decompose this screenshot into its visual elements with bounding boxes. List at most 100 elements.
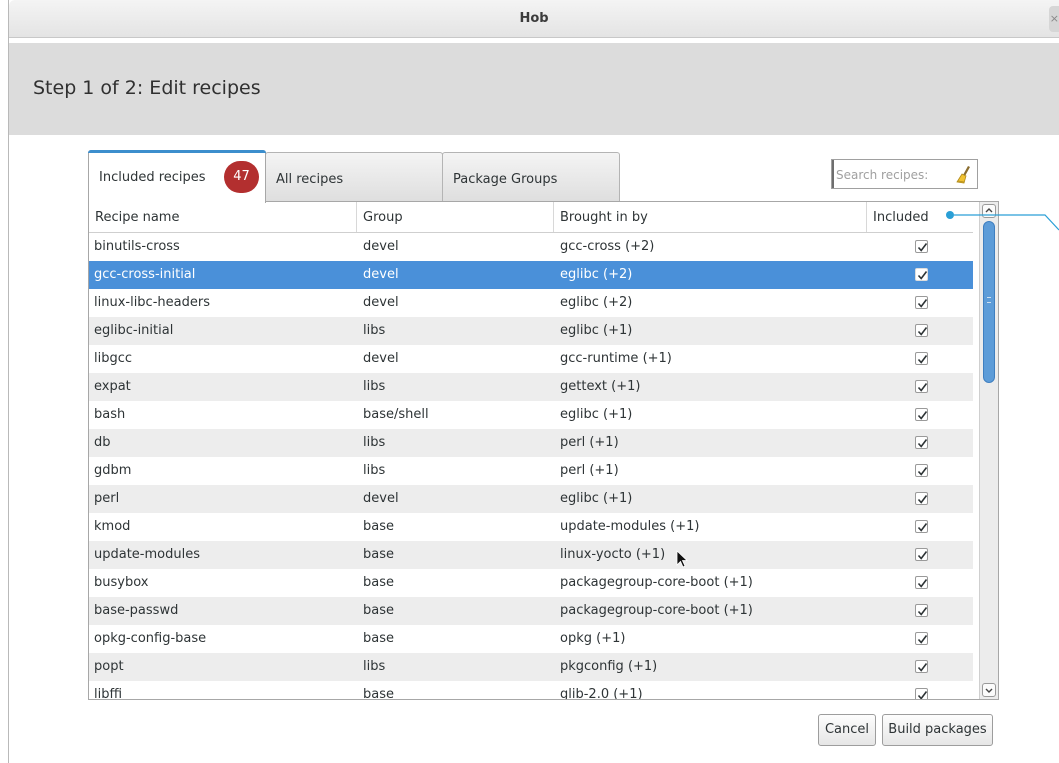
scroll-down-button[interactable] xyxy=(982,683,996,697)
cancel-button[interactable]: Cancel xyxy=(818,714,876,746)
included-checkbox[interactable] xyxy=(915,492,928,505)
table-row[interactable]: libffi base glib-2.0 (+1) xyxy=(89,681,973,700)
included-cell xyxy=(915,373,929,401)
included-checkbox[interactable] xyxy=(915,688,928,699)
brought-in-by-cell: eglibc (+1) xyxy=(560,407,633,422)
included-checkbox[interactable] xyxy=(915,380,928,393)
brought-in-by-cell: eglibc (+1) xyxy=(560,491,633,506)
check-icon xyxy=(917,551,928,560)
group-cell: base/shell xyxy=(363,407,429,422)
tab-all-recipes[interactable]: All recipes xyxy=(265,152,443,202)
table-row[interactable]: kmod base update-modules (+1) xyxy=(89,513,973,541)
group-cell: base xyxy=(363,687,394,700)
brought-in-by-cell: packagegroup-core-boot (+1) xyxy=(560,575,753,590)
check-icon xyxy=(917,635,928,644)
table-row[interactable]: libgcc devel gcc-runtime (+1) xyxy=(89,345,973,373)
mouse-cursor-icon xyxy=(676,550,689,568)
table-row[interactable]: expat libs gettext (+1) xyxy=(89,373,973,401)
recipe-name-cell: libffi xyxy=(94,687,123,700)
check-icon xyxy=(917,523,928,532)
table-row[interactable]: perl devel eglibc (+1) xyxy=(89,485,973,513)
recipes-table: Recipe name Group Brought in by Included… xyxy=(88,201,999,700)
group-cell: devel xyxy=(363,295,399,310)
table-row[interactable]: base-passwd base packagegroup-core-boot (+… xyxy=(89,597,973,625)
brought-in-by-cell: gcc-runtime (+1) xyxy=(560,351,672,366)
included-checkbox[interactable] xyxy=(915,576,928,589)
included-checkbox[interactable] xyxy=(915,520,928,533)
table-row[interactable]: gcc-cross-initial devel eglibc (+2) xyxy=(89,261,973,289)
included-checkbox[interactable] xyxy=(915,408,928,421)
included-checkbox[interactable] xyxy=(915,296,928,309)
included-checkbox[interactable] xyxy=(915,660,928,673)
group-cell: base xyxy=(363,631,394,646)
brought-in-by-cell: eglibc (+2) xyxy=(560,267,633,282)
recipe-name-cell: expat xyxy=(94,379,131,394)
search-box xyxy=(831,159,978,189)
close-icon[interactable]: × xyxy=(1049,6,1059,32)
included-cell xyxy=(915,317,929,345)
column-header-recipe-name[interactable]: Recipe name xyxy=(89,202,357,232)
tab-label: All recipes xyxy=(276,172,344,187)
step-header: Step 1 of 2: Edit recipes xyxy=(9,43,1059,135)
group-cell: libs xyxy=(363,435,386,450)
included-checkbox[interactable] xyxy=(915,324,928,337)
hob-window: Hob × Step 1 of 2: Edit recipes Included… xyxy=(8,0,1059,763)
recipe-name-cell: libgcc xyxy=(94,351,133,366)
check-icon xyxy=(917,691,928,699)
check-icon xyxy=(917,271,928,280)
broom-icon[interactable] xyxy=(954,164,974,186)
included-checkbox[interactable] xyxy=(915,464,928,477)
brought-in-by-cell: glib-2.0 (+1) xyxy=(560,687,643,700)
recipe-name-cell: gdbm xyxy=(94,463,132,478)
table-row[interactable]: gdbm libs perl (+1) xyxy=(89,457,973,485)
brought-in-by-cell: pkgconfig (+1) xyxy=(560,659,658,674)
tab-included-recipes[interactable]: Included recipes 47 xyxy=(88,150,266,203)
callout-pointer-icon xyxy=(946,211,1059,231)
tab-label: Included recipes xyxy=(99,170,206,185)
recipe-name-cell: perl xyxy=(94,491,120,506)
brought-in-by-cell: gettext (+1) xyxy=(560,379,641,394)
table-row[interactable]: binutils-cross devel gcc-cross (+2) xyxy=(89,233,973,261)
included-checkbox[interactable] xyxy=(915,632,928,645)
table-header: Recipe name Group Brought in by Included xyxy=(89,202,973,233)
check-icon xyxy=(917,327,928,336)
table-row[interactable]: opkg-config-base base opkg (+1) xyxy=(89,625,973,653)
tab-package-groups[interactable]: Package Groups xyxy=(442,152,620,202)
column-header-brought-in-by[interactable]: Brought in by xyxy=(554,202,867,232)
table-row[interactable]: update-modules base linux-yocto (+1) xyxy=(89,541,973,569)
included-checkbox[interactable] xyxy=(915,548,928,561)
table-row[interactable]: busybox base packagegroup-core-boot (+1) xyxy=(89,569,973,597)
table-row[interactable]: popt libs pkgconfig (+1) xyxy=(89,653,973,681)
check-icon xyxy=(917,495,928,504)
brought-in-by-cell: packagegroup-core-boot (+1) xyxy=(560,603,753,618)
brought-in-by-cell: update-modules (+1) xyxy=(560,519,700,534)
title-bar[interactable]: Hob × xyxy=(9,0,1059,38)
scroll-thumb[interactable] xyxy=(983,221,995,383)
included-checkbox[interactable] xyxy=(915,268,928,281)
table-row[interactable]: eglibc-initial libs eglibc (+1) xyxy=(89,317,973,345)
check-icon xyxy=(917,579,928,588)
search-input[interactable] xyxy=(836,165,948,185)
included-checkbox[interactable] xyxy=(915,240,928,253)
vertical-scrollbar[interactable] xyxy=(979,202,998,699)
table-row[interactable]: linux-libc-headers devel eglibc (+2) xyxy=(89,289,973,317)
group-cell: devel xyxy=(363,351,399,366)
table-row[interactable]: db libs perl (+1) xyxy=(89,429,973,457)
recipe-name-cell: binutils-cross xyxy=(94,239,180,254)
recipe-name-cell: opkg-config-base xyxy=(94,631,207,646)
brought-in-by-cell: opkg (+1) xyxy=(560,631,626,646)
column-header-group[interactable]: Group xyxy=(357,202,554,232)
check-icon xyxy=(917,355,928,364)
table-row[interactable]: bash base/shell eglibc (+1) xyxy=(89,401,973,429)
included-checkbox[interactable] xyxy=(915,604,928,617)
included-checkbox[interactable] xyxy=(915,352,928,365)
build-packages-button[interactable]: Build packages xyxy=(882,714,993,746)
group-cell: libs xyxy=(363,379,386,394)
brought-in-by-cell: perl (+1) xyxy=(560,435,619,450)
check-icon xyxy=(917,663,928,672)
group-cell: base xyxy=(363,603,394,618)
check-icon xyxy=(917,411,928,420)
included-checkbox[interactable] xyxy=(915,436,928,449)
included-cell xyxy=(915,541,929,569)
recipe-name-cell: linux-libc-headers xyxy=(94,295,210,310)
